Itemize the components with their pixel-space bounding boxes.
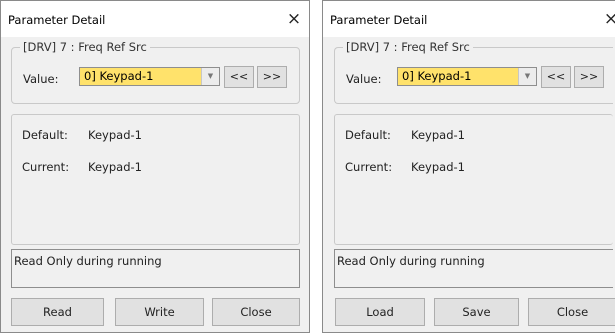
- left-parameter-detail-dialog: Parameter Detail × [DRV] 7 : Freq Ref Sr…: [0, 0, 310, 333]
- left-parameter-group: [DRV] 7 : Freq Ref Src Value: 0] Keypad-…: [11, 40, 300, 104]
- left-default-label: Default:: [22, 128, 68, 142]
- left-current-value: Keypad-1: [88, 160, 142, 174]
- left-close-icon[interactable]: ×: [284, 9, 304, 29]
- right-current-label: Current:: [345, 160, 393, 174]
- left-value-selected: 0] Keypad-1: [84, 69, 154, 83]
- left-value-label: Value:: [23, 72, 59, 86]
- right-close-icon[interactable]: ×: [601, 9, 615, 29]
- right-value-dropdown[interactable]: 0] Keypad-1 ▼: [397, 67, 537, 86]
- right-save-button[interactable]: Save: [434, 298, 519, 326]
- left-default-value: Keypad-1: [88, 128, 142, 142]
- right-parameter-group: [DRV] 7 : Freq Ref Src Value: 0] Keypad-…: [334, 40, 613, 104]
- right-default-label: Default:: [345, 128, 391, 142]
- left-write-button[interactable]: Write: [115, 298, 204, 326]
- right-load-button[interactable]: Load: [335, 298, 425, 326]
- left-description-text: Read Only during running: [14, 254, 162, 268]
- right-title-bar: Parameter Detail ×: [323, 1, 615, 37]
- right-previous-button[interactable]: <<: [541, 66, 571, 88]
- left-read-button[interactable]: Read: [11, 298, 104, 326]
- right-dialog-title: Parameter Detail: [330, 13, 428, 27]
- right-chevron-down-icon[interactable]: ▼: [518, 68, 536, 85]
- right-description-text: Read Only during running: [337, 254, 485, 268]
- left-info-panel: Default: Keypad-1 Current: Keypad-1: [11, 114, 300, 245]
- right-current-value: Keypad-1: [411, 160, 465, 174]
- left-previous-button[interactable]: <<: [224, 66, 254, 88]
- right-value-label: Value:: [346, 72, 382, 86]
- left-next-button[interactable]: >>: [257, 66, 287, 88]
- right-parameter-group-title: [DRV] 7 : Freq Ref Src: [343, 40, 473, 54]
- right-next-button[interactable]: >>: [574, 66, 604, 88]
- left-chevron-down-icon[interactable]: ▼: [201, 68, 219, 85]
- right-parameter-detail-dialog: Parameter Detail × [DRV] 7 : Freq Ref Sr…: [322, 0, 615, 333]
- right-value-selected: 0] Keypad-1: [402, 69, 472, 83]
- left-close-button[interactable]: Close: [212, 298, 300, 326]
- right-close-button[interactable]: Close: [528, 298, 615, 326]
- right-info-panel: Default: Keypad-1 Current: Keypad-1: [334, 114, 613, 245]
- left-parameter-group-title: [DRV] 7 : Freq Ref Src: [20, 40, 150, 54]
- left-current-label: Current:: [22, 160, 70, 174]
- right-default-value: Keypad-1: [411, 128, 465, 142]
- left-title-bar: Parameter Detail ×: [1, 1, 309, 37]
- left-value-dropdown[interactable]: 0] Keypad-1 ▼: [79, 67, 220, 86]
- left-description-box: Read Only during running: [11, 249, 300, 288]
- left-dialog-title: Parameter Detail: [8, 13, 106, 27]
- right-description-box: Read Only during running: [334, 249, 613, 288]
